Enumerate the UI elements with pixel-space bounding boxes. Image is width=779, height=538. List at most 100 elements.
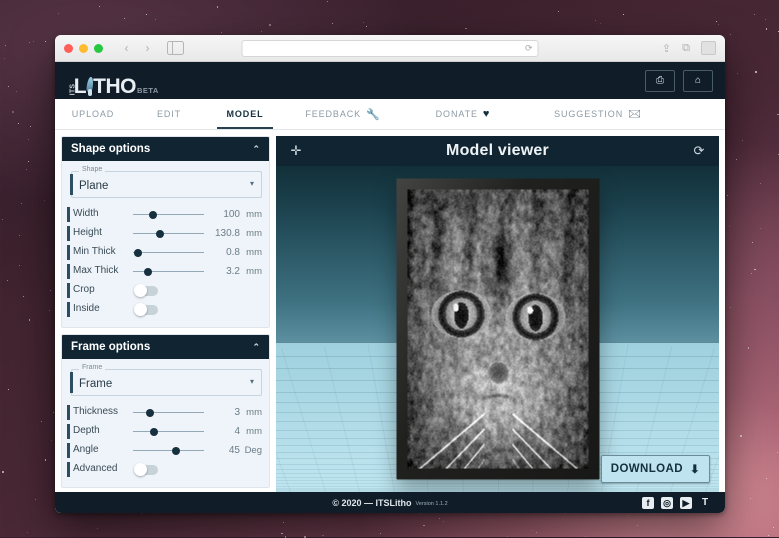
- slider-thumb[interactable]: [156, 230, 164, 238]
- slider-thumb[interactable]: [146, 409, 154, 417]
- reset-view-icon[interactable]: ⟳: [690, 143, 708, 159]
- version-text: Version 1.1.2: [416, 501, 448, 508]
- sidebar-icon[interactable]: [167, 41, 184, 55]
- screenshot-button[interactable]: ⎙: [645, 70, 675, 92]
- tab-donate[interactable]: DONATE ♥: [403, 99, 523, 129]
- download-icon: ⬇: [690, 462, 700, 476]
- max-thick-slider-row: Max Thick 3.2 mm: [69, 263, 262, 280]
- height-slider[interactable]: [133, 227, 204, 241]
- tab-model[interactable]: MODEL: [207, 99, 283, 129]
- itslitho-logo[interactable]: ITS LTHO BETA: [67, 60, 159, 101]
- tab-feedback[interactable]: FEEDBACK 🔧: [283, 99, 403, 129]
- accent-bar: [67, 226, 70, 241]
- slider-track: [133, 233, 204, 235]
- slider-thumb[interactable]: [134, 249, 142, 257]
- slider-thumb[interactable]: [149, 211, 157, 219]
- toggle-knob: [134, 303, 147, 316]
- back-icon[interactable]: ‹: [121, 42, 132, 54]
- slider-track: [133, 214, 204, 216]
- shape-options-panel: Shape options ⌃ Shape Plane ▾ Width: [61, 136, 270, 328]
- shape-select[interactable]: Shape Plane ▾: [71, 171, 262, 198]
- slider-thumb[interactable]: [172, 447, 180, 455]
- depth-slider[interactable]: [133, 425, 204, 439]
- heart-icon: ♥: [483, 108, 490, 120]
- accent-bar: [70, 372, 73, 393]
- app-footer: © 2020 — ITSLitho Version 1.1.2 f ◎ ▶ T: [55, 492, 725, 513]
- slider-thumb[interactable]: [150, 428, 158, 436]
- chevron-down-icon: ▾: [250, 377, 254, 386]
- toggle-knob: [134, 463, 147, 476]
- 3d-render-stage[interactable]: DOWNLOAD ⬇: [276, 166, 719, 492]
- toggle-knob: [134, 284, 147, 297]
- frame-options-panel: Frame options ⌃ Frame Frame ▾ Thickness: [61, 334, 270, 488]
- window-traffic-lights[interactable]: [64, 44, 103, 53]
- chevron-up-icon[interactable]: ⌃: [252, 144, 260, 155]
- thingiverse-icon[interactable]: T: [699, 497, 711, 509]
- facebook-icon[interactable]: f: [642, 497, 654, 509]
- shape-options-body: Shape Plane ▾ Width 100: [62, 161, 269, 327]
- close-window-button[interactable]: [64, 44, 73, 53]
- model-viewer-header: ✛ Model viewer ⟳: [276, 136, 719, 166]
- home-button[interactable]: ⌂: [683, 70, 713, 92]
- instagram-icon[interactable]: ◎: [661, 497, 673, 509]
- lithophane-frame[interactable]: [396, 179, 599, 480]
- slider-track: [133, 450, 204, 452]
- width-value: 100: [210, 209, 240, 220]
- min-thick-unit: mm: [240, 247, 262, 258]
- share-icon[interactable]: ⇪: [662, 42, 671, 55]
- max-thick-value: 3.2: [210, 266, 240, 277]
- browser-nav-buttons[interactable]: ‹ ›: [121, 42, 153, 54]
- width-unit: mm: [240, 209, 262, 220]
- show-tabs-icon[interactable]: [701, 41, 716, 55]
- accent-bar: [67, 283, 70, 298]
- tab-suggestion[interactable]: SUGGESTION 🖂: [523, 99, 673, 129]
- crop-toggle[interactable]: [135, 286, 158, 296]
- forward-icon[interactable]: ›: [142, 42, 153, 54]
- browser-toolbar-right[interactable]: ⇪ ⧉: [662, 41, 716, 55]
- frame-select[interactable]: Frame Frame ▾: [71, 369, 262, 396]
- thickness-slider[interactable]: [133, 406, 204, 420]
- thickness-label: Thickness: [73, 407, 127, 418]
- width-slider[interactable]: [133, 208, 204, 222]
- depth-value: 4: [210, 426, 240, 437]
- download-button[interactable]: DOWNLOAD ⬇: [601, 455, 710, 483]
- shape-options-header[interactable]: Shape options ⌃: [62, 137, 269, 161]
- logo-wordmark: LTHO: [74, 76, 136, 97]
- accent-bar: [70, 174, 73, 195]
- app-body: Shape options ⌃ Shape Plane ▾ Width: [55, 130, 725, 492]
- inside-toggle[interactable]: [135, 305, 158, 315]
- chevron-up-icon[interactable]: ⌃: [252, 342, 260, 353]
- model-viewer-title: Model viewer: [305, 142, 690, 160]
- move-icon[interactable]: ✛: [287, 143, 305, 159]
- frame-options-header[interactable]: Frame options ⌃: [62, 335, 269, 359]
- download-button-label: DOWNLOAD: [611, 463, 683, 475]
- slider-thumb[interactable]: [144, 268, 152, 276]
- logo-beta-badge: BETA: [137, 86, 159, 95]
- controls-sidebar: Shape options ⌃ Shape Plane ▾ Width: [55, 130, 276, 492]
- tab-edit[interactable]: EDIT: [131, 99, 207, 129]
- zoom-window-button[interactable]: [94, 44, 103, 53]
- min-thick-label: Min Thick: [73, 247, 127, 258]
- angle-value: 45: [210, 445, 240, 456]
- copyright-text: © 2020 — ITSLitho: [332, 498, 411, 508]
- max-thick-slider[interactable]: [133, 265, 204, 279]
- address-bar[interactable]: ⟳: [242, 40, 539, 57]
- reload-icon[interactable]: ⟳: [525, 43, 533, 54]
- width-label: Width: [73, 209, 127, 220]
- minimize-window-button[interactable]: [79, 44, 88, 53]
- height-label: Height: [73, 228, 127, 239]
- height-unit: mm: [240, 228, 262, 239]
- browser-titlebar: ‹ › ⟳ ⇪ ⧉: [55, 35, 725, 62]
- frame-select-label: Frame: [79, 364, 105, 371]
- thickness-slider-row: Thickness 3 mm: [69, 404, 262, 421]
- tab-suggestion-label: SUGGESTION: [554, 109, 623, 119]
- inside-toggle-row: Inside: [69, 301, 262, 318]
- youtube-icon[interactable]: ▶: [680, 497, 692, 509]
- new-tab-icon[interactable]: ⧉: [682, 42, 690, 55]
- advanced-toggle[interactable]: [135, 465, 158, 475]
- min-thick-slider[interactable]: [133, 246, 204, 260]
- angle-slider-row: Angle 45 Deg: [69, 442, 262, 459]
- angle-label: Angle: [73, 445, 127, 456]
- tab-upload[interactable]: UPLOAD: [55, 99, 131, 129]
- angle-slider[interactable]: [133, 444, 204, 458]
